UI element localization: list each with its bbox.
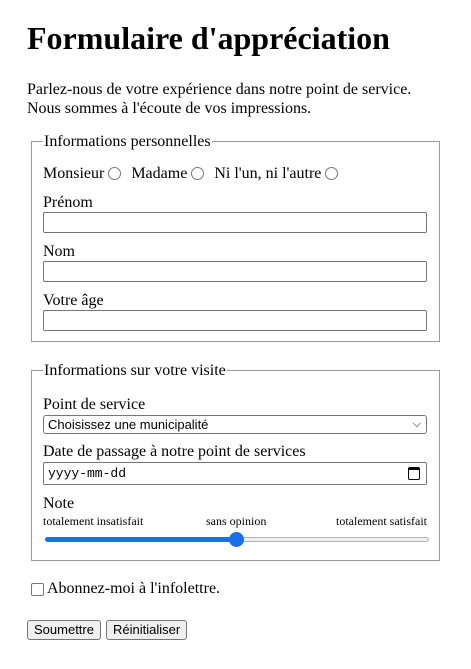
rating-slider-fill xyxy=(45,537,236,542)
newsletter-checkbox-row[interactable]: Abonnez-moi à l'infolettre. xyxy=(31,580,220,598)
rating-mid-label: sans opinion xyxy=(206,514,267,528)
age-input[interactable] xyxy=(43,310,427,331)
rating-slider[interactable] xyxy=(45,532,429,547)
intro-line-1: Parlez-nous de votre expérience dans not… xyxy=(27,81,412,98)
lastname-label: Nom xyxy=(43,243,75,260)
page-title: Formulaire d'appréciation xyxy=(27,20,390,56)
newsletter-label: Abonnez-moi à l'infolettre. xyxy=(47,580,221,597)
radio-monsieur-label: Monsieur xyxy=(43,165,105,182)
date-label: Date de passage à notre point de service… xyxy=(43,443,306,460)
radio-madame[interactable]: Madame xyxy=(131,165,205,183)
lastname-input[interactable] xyxy=(43,261,427,282)
rating-slider-thumb[interactable] xyxy=(229,532,244,547)
submit-button[interactable]: Soumettre xyxy=(27,620,101,640)
radio-neither[interactable]: Ni l'un, ni l'autre xyxy=(214,165,339,183)
radio-monsieur[interactable]: Monsieur xyxy=(43,165,122,183)
intro-text: Parlez-nous de votre expérience dans not… xyxy=(27,80,411,118)
reset-button[interactable]: Réinitialiser xyxy=(105,620,188,640)
personal-info-fieldset: Informations personnelles Monsieur Madam… xyxy=(31,133,440,342)
intro-line-2: Nous sommes à l'écoute de vos impression… xyxy=(27,100,312,117)
rating-high-label: totalement satisfait xyxy=(336,514,427,528)
rating-slider-track xyxy=(236,537,429,542)
firstname-input[interactable] xyxy=(43,212,427,233)
form-buttons: Soumettre Réinitialiser xyxy=(27,620,188,640)
service-select-value: Choisissez une municipalité xyxy=(48,417,209,432)
radio-monsieur-control[interactable] xyxy=(108,166,122,180)
age-label: Votre âge xyxy=(43,292,104,309)
radio-madame-control[interactable] xyxy=(191,166,205,180)
firstname-label: Prénom xyxy=(43,194,93,211)
rating-low-label: totalement insatisfait xyxy=(43,514,144,528)
chevron-down-icon: ⌵ xyxy=(412,418,421,430)
personal-info-legend: Informations personnelles xyxy=(43,133,212,151)
calendar-icon[interactable] xyxy=(408,467,420,480)
date-input[interactable]: yyyy-mm-dd xyxy=(43,462,427,485)
service-select[interactable]: Choisissez une municipalité ⌵ xyxy=(43,415,427,434)
civility-radio-group: Monsieur Madame Ni l'un, ni l'autre xyxy=(43,165,348,183)
radio-neither-label: Ni l'un, ni l'autre xyxy=(214,165,322,182)
newsletter-checkbox[interactable] xyxy=(31,582,44,596)
radio-madame-label: Madame xyxy=(131,165,188,182)
visit-info-fieldset: Informations sur votre visite Point de s… xyxy=(31,362,440,561)
date-placeholder: yyyy-mm-dd xyxy=(48,466,127,481)
service-label: Point de service xyxy=(43,396,146,413)
radio-neither-control[interactable] xyxy=(325,166,339,180)
rating-label: Note xyxy=(43,495,75,512)
visit-info-legend: Informations sur votre visite xyxy=(43,362,227,380)
